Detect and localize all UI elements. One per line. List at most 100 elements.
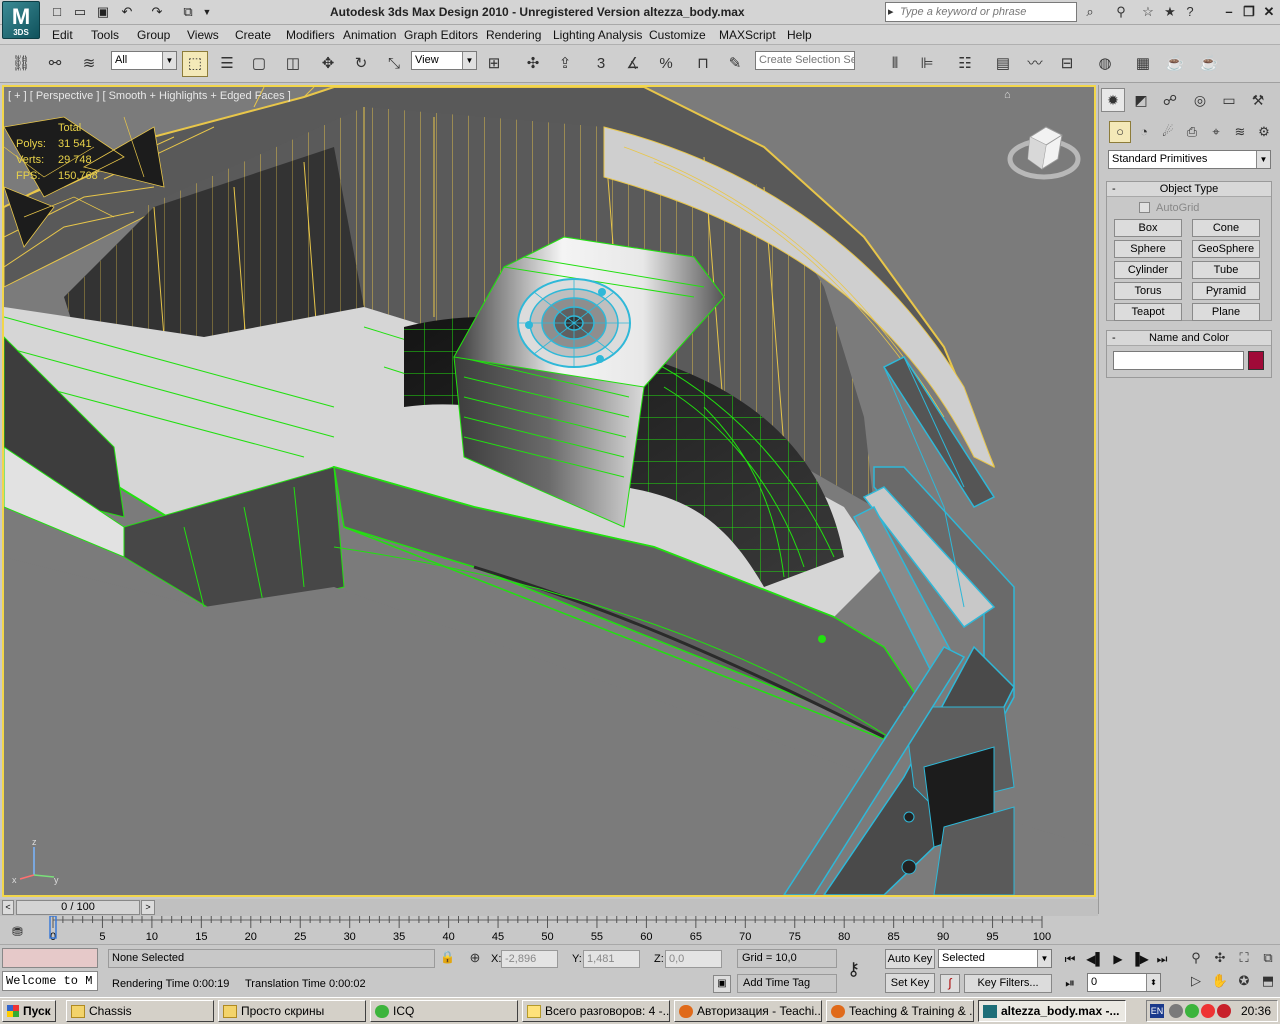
time-tag-icon[interactable]: ▣	[713, 975, 731, 993]
modify-tab-icon[interactable]: ◩	[1129, 88, 1153, 112]
menu-tools[interactable]: Tools	[91, 28, 119, 42]
network-tray-icon[interactable]	[1169, 1004, 1183, 1018]
undo-icon[interactable]: ↶	[117, 3, 137, 21]
menu-modifiers[interactable]: Modifiers	[286, 28, 335, 42]
maxscript-listener-output[interactable]	[2, 948, 98, 968]
angle-snap-icon[interactable]: ∡	[620, 51, 646, 77]
menu-lighting-analysis[interactable]: Lighting Analysis	[553, 28, 642, 42]
schematic-view-icon[interactable]: ⊟	[1054, 51, 1080, 77]
language-indicator[interactable]: EN	[1150, 1004, 1164, 1018]
play-icon[interactable]: ▶	[1108, 950, 1128, 968]
percent-snap-icon[interactable]: %	[653, 51, 679, 77]
menu-animation[interactable]: Animation	[343, 28, 396, 42]
subscription-icon[interactable]: ⚲	[1111, 3, 1131, 21]
time-slider-prev-button[interactable]: <	[2, 900, 14, 915]
graphite-modeling-icon[interactable]: ▤	[990, 51, 1016, 77]
render-setup-icon[interactable]: ▦	[1130, 51, 1156, 77]
restore-button[interactable]: ❐	[1238, 2, 1260, 22]
new-file-icon[interactable]: □	[47, 3, 67, 21]
app-logo-button[interactable]: M 3DS	[2, 1, 40, 39]
systems-icon[interactable]: ⚙	[1253, 121, 1275, 143]
z-coord-field[interactable]: 0,0	[665, 950, 722, 968]
mirror-icon[interactable]: ⫴	[882, 51, 908, 77]
menu-help[interactable]: Help	[787, 28, 812, 42]
torus-button[interactable]: Torus	[1114, 282, 1182, 300]
absolute-mode-transform-icon[interactable]: ⊕	[466, 949, 484, 967]
motion-tab-icon[interactable]: ◎	[1188, 88, 1212, 112]
geometry-icon[interactable]: ○	[1109, 121, 1131, 143]
pan-view-icon[interactable]: ✋	[1210, 971, 1230, 991]
geometry-category-combo[interactable]: Standard Primitives ▼	[1108, 150, 1271, 169]
layer-manager-icon[interactable]: ☷	[952, 51, 978, 77]
project-folder-icon[interactable]: ⧉	[178, 3, 198, 21]
quick-access-dropdown-icon[interactable]: ▼	[200, 3, 214, 21]
start-button[interactable]: Пуск	[2, 1000, 56, 1022]
time-slider-next-button[interactable]: >	[141, 900, 155, 915]
perspective-viewport[interactable]: [ + ] [ Perspective ] [ Smooth + Highlig…	[2, 85, 1096, 897]
taskbar-item-chat[interactable]: Всего разговоров: 4 -...	[522, 1000, 670, 1022]
menu-graph-editors[interactable]: Graph Editors	[404, 28, 478, 42]
go-to-end-icon[interactable]: ⏭	[1152, 950, 1172, 968]
field-of-view-icon[interactable]: ▷	[1186, 971, 1206, 991]
x-coord-field[interactable]: -2,896	[501, 950, 558, 968]
select-object-icon[interactable]: ⬚	[182, 51, 208, 77]
menu-create[interactable]: Create	[235, 28, 271, 42]
rendered-frame-window-icon[interactable]: ☕	[1162, 51, 1188, 77]
helpers-icon[interactable]: ⌖	[1205, 121, 1227, 143]
menu-customize[interactable]: Customize	[649, 28, 706, 42]
favorites-icon[interactable]: ★	[1160, 3, 1180, 21]
key-mode-combo[interactable]: Selected ▼	[938, 949, 1052, 968]
viewport-label[interactable]: [ + ] [ Perspective ] [ Smooth + Highlig…	[8, 90, 291, 102]
unlink-icon[interactable]: ⚯	[42, 51, 68, 77]
save-file-icon[interactable]: ▣	[93, 3, 113, 21]
geosphere-button[interactable]: GeoSphere	[1192, 240, 1260, 258]
minimize-button[interactable]: –	[1218, 2, 1240, 22]
shapes-icon[interactable]: ◔	[1133, 121, 1155, 143]
select-manipulate-icon[interactable]: ✣	[520, 51, 546, 77]
menu-group[interactable]: Group	[137, 28, 170, 42]
viewcube-home-icon[interactable]: ⌂	[1004, 89, 1011, 101]
selection-lock-icon[interactable]: 🔒	[440, 950, 455, 964]
space-warps-icon[interactable]: ≋	[1229, 121, 1251, 143]
scale-icon[interactable]: ⤡	[381, 51, 407, 77]
binoculars-icon[interactable]: ⌕	[1080, 3, 1100, 21]
default-in-out-tangents-icon[interactable]: ∫	[940, 974, 960, 993]
auto-key-button[interactable]: Auto Key	[885, 949, 935, 969]
pivot-center-icon[interactable]: ⊞	[481, 51, 507, 77]
rotate-icon[interactable]: ↻	[348, 51, 374, 77]
menu-rendering[interactable]: Rendering	[486, 28, 541, 42]
app-tray-icon[interactable]	[1217, 1004, 1231, 1018]
plane-button[interactable]: Plane	[1192, 303, 1260, 321]
orbit-icon[interactable]: ✪	[1234, 971, 1254, 991]
time-slider-thumb[interactable]: 0 / 100	[16, 900, 140, 915]
key-mode-toggle-icon[interactable]: ⏯	[1060, 974, 1080, 992]
menu-edit[interactable]: Edit	[52, 28, 73, 42]
cone-button[interactable]: Cone	[1192, 219, 1260, 237]
maximize-viewport-icon[interactable]: ⬒	[1258, 971, 1278, 991]
edit-named-selection-icon[interactable]: ✎	[722, 51, 748, 77]
window-crossing-icon[interactable]: ◫	[280, 51, 306, 77]
previous-frame-icon[interactable]: ◀▌	[1085, 950, 1105, 968]
cameras-icon[interactable]: ⎙	[1181, 121, 1203, 143]
menu-maxscript[interactable]: MAXScript	[719, 28, 776, 42]
tube-button[interactable]: Tube	[1192, 261, 1260, 279]
zoom-extents-all-icon[interactable]: ⧉	[1258, 948, 1278, 968]
name-and-color-rollout-header[interactable]: Name and Color	[1107, 331, 1271, 346]
select-by-name-icon[interactable]: ☰	[214, 51, 240, 77]
redo-icon[interactable]: ↷	[147, 3, 167, 21]
maxscript-listener-input[interactable]: Welcome to M	[2, 971, 98, 991]
lights-icon[interactable]: ☄	[1157, 121, 1179, 143]
sphere-button[interactable]: Sphere	[1114, 240, 1182, 258]
go-to-start-icon[interactable]: ⏮	[1060, 950, 1080, 968]
bind-space-warp-icon[interactable]: ≋	[76, 51, 102, 77]
taskbar-item-teaching[interactable]: Teaching & Training & ...	[826, 1000, 974, 1022]
icq-tray-icon[interactable]	[1185, 1004, 1199, 1018]
keyboard-shortcut-override-icon[interactable]: ⇪	[552, 51, 578, 77]
display-tab-icon[interactable]: ▭	[1217, 88, 1241, 112]
current-frame-field[interactable]: 0 ⬍	[1087, 973, 1161, 992]
zoom-all-icon[interactable]: ✣	[1210, 948, 1230, 968]
help-icon[interactable]: ?	[1180, 3, 1200, 21]
align-icon[interactable]: ⊫	[914, 51, 940, 77]
pyramid-button[interactable]: Pyramid	[1192, 282, 1260, 300]
move-icon[interactable]: ✥	[315, 51, 341, 77]
